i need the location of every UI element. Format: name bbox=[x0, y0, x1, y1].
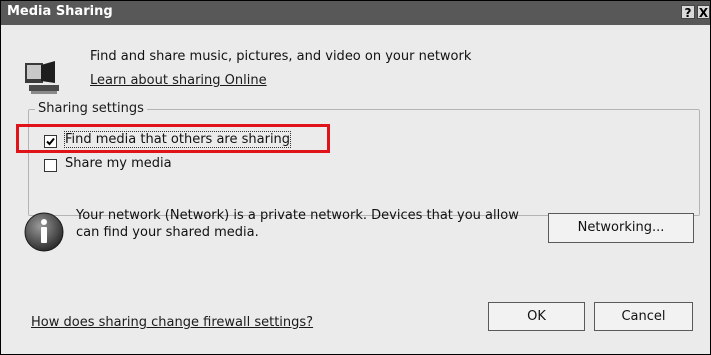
window-title: Media Sharing bbox=[7, 4, 113, 19]
highlight-box bbox=[16, 124, 330, 153]
networking-button[interactable]: Networking... bbox=[548, 213, 694, 243]
cancel-button[interactable]: Cancel bbox=[594, 302, 693, 331]
share-my-media-checkbox[interactable] bbox=[44, 159, 57, 172]
learn-about-sharing-link[interactable]: Learn about sharing Online bbox=[90, 73, 267, 88]
help-button[interactable]: ? bbox=[681, 5, 695, 20]
info-icon bbox=[23, 211, 65, 253]
firewall-settings-link[interactable]: How does sharing change firewall setting… bbox=[31, 315, 313, 330]
close-button[interactable]: X bbox=[697, 5, 710, 20]
ok-button[interactable]: OK bbox=[488, 302, 585, 331]
dialog-body: Find and share music, pictures, and vide… bbox=[1, 25, 710, 354]
sharing-settings-label: Sharing settings bbox=[35, 101, 147, 116]
media-sharing-dialog: Media Sharing ? X Find and share music, … bbox=[0, 0, 711, 355]
network-info-text: Your network (Network) is a private netw… bbox=[76, 208, 519, 240]
media-computer-icon bbox=[21, 57, 67, 103]
intro-text: Find and share music, pictures, and vide… bbox=[90, 49, 472, 64]
title-bar: Media Sharing ? X bbox=[1, 1, 710, 25]
share-my-media-label[interactable]: Share my media bbox=[65, 156, 172, 171]
